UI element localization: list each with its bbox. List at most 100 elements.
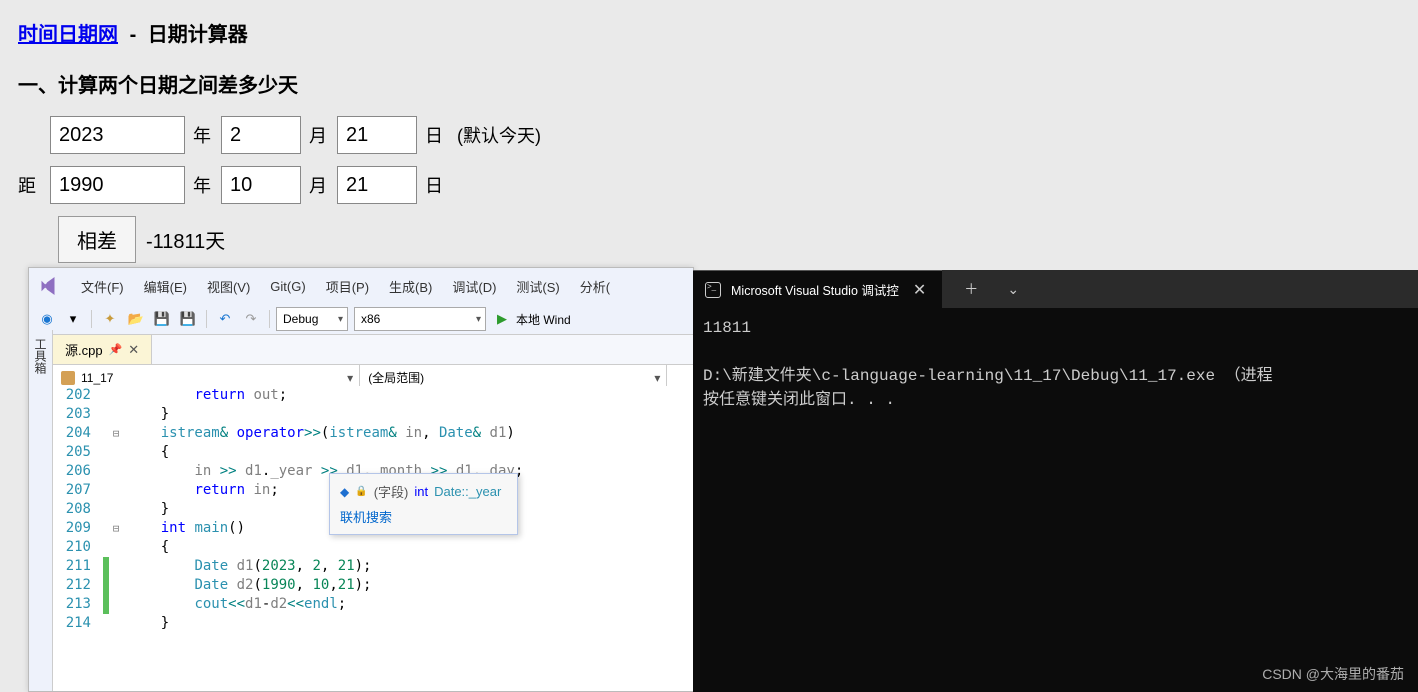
- nav-back-icon[interactable]: ◉: [35, 308, 59, 330]
- code-line[interactable]: 211 Date d1(2023, 2, 21);: [53, 557, 693, 576]
- tab-close-icon[interactable]: ✕: [909, 280, 930, 300]
- redo-icon[interactable]: ↷: [239, 308, 263, 330]
- tooltip-type: int: [414, 484, 428, 499]
- lock-icon: 🔒: [355, 486, 367, 497]
- watermark: CSDN @大海里的番茄: [1262, 664, 1404, 684]
- title-separator: -: [130, 24, 142, 46]
- day2-input[interactable]: [337, 166, 417, 204]
- line-number: 212: [53, 576, 103, 595]
- menu-view[interactable]: 视图(V): [197, 273, 260, 300]
- row2-prefix: 距: [18, 172, 50, 198]
- console-tab[interactable]: Microsoft Visual Studio 调试控 ✕: [693, 270, 942, 308]
- terminal-icon: [705, 282, 721, 298]
- code-line[interactable]: 212 Date d2(1990, 10,21);: [53, 576, 693, 595]
- code-text: {: [123, 443, 693, 462]
- code-line[interactable]: 214 }: [53, 614, 693, 633]
- fold-icon: [109, 576, 123, 595]
- code-line[interactable]: 205 {: [53, 443, 693, 462]
- section-heading: 一、计算两个日期之间差多少天: [18, 69, 1400, 98]
- nav-scope-label: (全局范围): [368, 369, 424, 386]
- menu-test[interactable]: 测试(S): [506, 273, 569, 300]
- fold-icon[interactable]: ⊟: [109, 424, 123, 443]
- menu-edit[interactable]: 编辑(E): [134, 273, 197, 300]
- web-page-area: 时间日期网 - 日期计算器 一、计算两个日期之间差多少天 年 月 日 (默认今天…: [0, 0, 1418, 281]
- line-number: 203: [53, 405, 103, 424]
- diff-button[interactable]: 相差: [58, 216, 136, 263]
- console-window: Microsoft Visual Studio 调试控 ✕ ＋ ⌄ 11811 …: [693, 270, 1418, 692]
- save-all-icon[interactable]: 💾: [176, 308, 200, 330]
- date-row-2: 距 年 月 日: [18, 166, 1400, 204]
- save-icon[interactable]: 💾: [150, 308, 174, 330]
- undo-icon[interactable]: ↶: [213, 308, 237, 330]
- vs-tab-row: 源.cpp 📌 ✕: [29, 335, 693, 365]
- fold-icon: [109, 405, 123, 424]
- toolbar-sep2: [206, 310, 207, 328]
- day2-label: 日: [425, 172, 443, 198]
- tab-dropdown-icon[interactable]: ⌄: [992, 281, 1034, 298]
- console-output[interactable]: 11811 D:\新建文件夹\c-language-learning\11_17…: [693, 308, 1418, 420]
- nav-project-label: 11_17: [81, 371, 113, 385]
- menu-build[interactable]: 生成(B): [379, 273, 442, 300]
- platform-combo[interactable]: x86: [354, 307, 486, 331]
- code-editor[interactable]: 202 return out;203 }204⊟ istream& operat…: [53, 386, 693, 691]
- menu-file[interactable]: 文件(F): [71, 273, 134, 300]
- new-project-icon[interactable]: ✦: [98, 308, 122, 330]
- line-number: 209: [53, 519, 103, 538]
- month1-input[interactable]: [221, 116, 301, 154]
- console-controls: ＋ ⌄: [950, 270, 1034, 308]
- new-tab-icon[interactable]: ＋: [950, 279, 992, 299]
- year1-input[interactable]: [50, 116, 185, 154]
- fold-icon[interactable]: ⊟: [109, 519, 123, 538]
- online-search-link[interactable]: 联机搜索: [340, 510, 392, 525]
- code-line[interactable]: 202 return out;: [53, 386, 693, 405]
- month2-input[interactable]: [221, 166, 301, 204]
- fold-icon: [109, 614, 123, 633]
- line-number: 202: [53, 386, 103, 405]
- line-number: 213: [53, 595, 103, 614]
- fold-icon: [109, 443, 123, 462]
- default-hint: (默认今天): [457, 122, 541, 148]
- code-text: Date d1(2023, 2, 21);: [123, 557, 693, 576]
- year2-input[interactable]: [50, 166, 185, 204]
- tab-label: 源.cpp: [65, 340, 103, 359]
- code-text: return out;: [123, 386, 693, 405]
- play-icon[interactable]: ▶: [490, 308, 514, 330]
- menu-project[interactable]: 项目(P): [316, 273, 379, 300]
- visual-studio-window: 文件(F) 编辑(E) 视图(V) Git(G) 项目(P) 生成(B) 调试(…: [28, 267, 694, 692]
- menu-debug[interactable]: 调试(D): [442, 273, 506, 300]
- fold-icon: [109, 462, 123, 481]
- close-icon[interactable]: ✕: [128, 342, 139, 358]
- fold-icon: [109, 557, 123, 576]
- menu-analyze[interactable]: 分析(: [570, 273, 620, 300]
- fold-icon: [109, 386, 123, 405]
- code-line[interactable]: 210 {: [53, 538, 693, 557]
- date-row-1: 年 月 日 (默认今天): [18, 116, 1400, 154]
- code-text: Date d2(1990, 10,21);: [123, 576, 693, 595]
- pin-icon[interactable]: 📌: [109, 343, 123, 356]
- menu-git[interactable]: Git(G): [260, 275, 315, 298]
- line-number: 208: [53, 500, 103, 519]
- line-number: 204: [53, 424, 103, 443]
- nav-fwd-icon[interactable]: ▾: [61, 308, 85, 330]
- code-line[interactable]: 204⊟ istream& operator>>(istream& in, Da…: [53, 424, 693, 443]
- intellisense-tooltip: ◆ 🔒 (字段) int Date::_year 联机搜索: [329, 473, 518, 535]
- open-icon[interactable]: 📂: [124, 308, 148, 330]
- site-link[interactable]: 时间日期网: [18, 24, 118, 46]
- code-line[interactable]: 213 cout<<d1-d2<<endl;: [53, 595, 693, 614]
- fold-icon: [109, 538, 123, 557]
- project-icon: [61, 371, 75, 385]
- editor-tab[interactable]: 源.cpp 📌 ✕: [53, 335, 152, 364]
- toolbar-sep: [91, 310, 92, 328]
- vs-toolbar: ◉ ▾ ✦ 📂 💾 💾 ↶ ↷ Debug x86 ▶ 本地 Wind: [29, 304, 693, 335]
- config-combo[interactable]: Debug: [276, 307, 348, 331]
- year1-label: 年: [193, 122, 211, 148]
- vs-toolbox-sidebar[interactable]: 工具箱: [29, 330, 53, 691]
- day1-input[interactable]: [337, 116, 417, 154]
- tooltip-name: Date::_year: [434, 484, 501, 499]
- month2-label: 月: [309, 172, 327, 198]
- line-number: 206: [53, 462, 103, 481]
- run-label[interactable]: 本地 Wind: [516, 311, 571, 328]
- console-title: Microsoft Visual Studio 调试控: [731, 280, 899, 299]
- code-text: }: [123, 405, 693, 424]
- code-line[interactable]: 203 }: [53, 405, 693, 424]
